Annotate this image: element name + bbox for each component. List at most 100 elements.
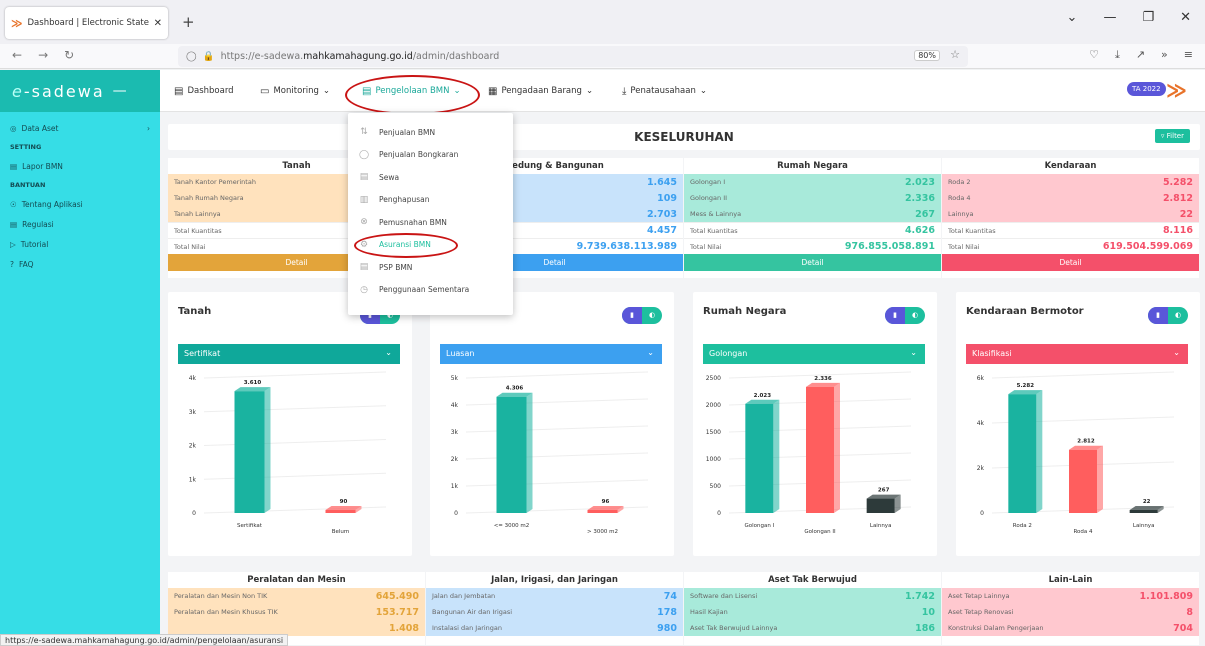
detail-button[interactable]: Detail: [942, 254, 1199, 271]
logo-text: -sadewa: [23, 81, 105, 101]
restore-icon[interactable]: ❐: [1142, 10, 1154, 25]
chart-selector[interactable]: Sertifikat ⌄: [178, 344, 400, 364]
dropdown-item-pemusnahan-bmn[interactable]: ⊗ Pemusnahan BMN: [348, 211, 513, 234]
summary-row-item: Jalan dan Jembatan 74: [426, 588, 683, 604]
sidebar-heading: BANTUAN: [10, 181, 46, 189]
pengelolaan-dropdown: ⇅ Penjualan BMN ◯ Penjualan Bongkaran ▤ Sewa ▥…: [348, 113, 513, 315]
bookmark-star-icon[interactable]: ☆: [950, 48, 960, 61]
menu-label: Dashboard: [187, 86, 234, 96]
chart-selector[interactable]: Golongan ⌄: [703, 344, 925, 364]
summary-title: Aset Tak Berwujud: [768, 575, 857, 585]
bar[interactable]: [1008, 394, 1037, 513]
dropdown-item-label: Pemusnahan BMN: [379, 217, 447, 227]
back-icon[interactable]: ←: [12, 48, 22, 62]
minimize-icon[interactable]: —: [1103, 10, 1116, 25]
summary-label: Lainnya: [948, 210, 974, 218]
dropdown-item-penggunaan-sementara[interactable]: ◷ Penggunaan Sementara: [348, 279, 513, 302]
sidebar-item-label: FAQ: [18, 259, 34, 269]
sidebar-item-faq[interactable]: ? FAQ: [0, 254, 160, 274]
bar-top: [1129, 506, 1164, 510]
chart-card: Rumah Negara ▮ ◐ Golongan ⌄ 0 500 1000 1500 200…: [693, 292, 937, 556]
summary-row-item: Mess & Lainnya 267: [684, 206, 941, 222]
hamburger-icon[interactable]: —: [113, 83, 129, 99]
url-prefix: https://e-sadewa.: [220, 51, 304, 62]
bar-side: [834, 382, 840, 513]
summary-label: Total Kuantitas: [948, 226, 996, 235]
chart-selector[interactable]: Luasan ⌄: [440, 344, 662, 364]
pie-chart-icon[interactable]: ◐: [642, 307, 662, 324]
menu-pengadaan-barang[interactable]: ▦ Pengadaan Barang ⌄: [488, 70, 593, 112]
address-bar[interactable]: ◯ 🔒 https://e-sadewa. mahkamahagung.go.id…: [178, 46, 968, 67]
bar-side: [1097, 445, 1103, 513]
sidebar-item-data-aset[interactable]: ◎ Data Aset ›: [0, 118, 160, 138]
overflow-icon[interactable]: »: [1161, 48, 1168, 62]
dropdown-item-sewa[interactable]: ▤ Sewa: [348, 166, 513, 189]
shield-icon: ◯: [186, 51, 197, 62]
new-tab-icon[interactable]: +: [182, 13, 195, 31]
bar-data-label: 3.610: [244, 380, 262, 386]
menu-dashboard[interactable]: ▤ Dashboard: [174, 70, 234, 112]
pie-chart-icon[interactable]: ◐: [905, 307, 925, 324]
summary-value: 10: [921, 606, 935, 618]
bar[interactable]: [1129, 510, 1158, 513]
dropdown-item-penghapusan[interactable]: ▥ Penghapusan: [348, 189, 513, 212]
browser-tab[interactable]: ≫ Dashboard | Electronic State As ✕: [5, 7, 168, 39]
summary-value: 645.490: [375, 590, 419, 602]
bar[interactable]: [806, 386, 834, 513]
share-icon[interactable]: ↗: [1136, 48, 1145, 62]
menu-icon[interactable]: ≡: [1184, 48, 1193, 62]
sidebar-item-regulasi[interactable]: ▤ Regulasi: [0, 214, 160, 234]
bar[interactable]: [325, 509, 356, 513]
dropdown-item-psp-bmn[interactable]: ▤ PSP BMN: [348, 256, 513, 279]
pie-chart-icon[interactable]: ◐: [1168, 307, 1188, 324]
bar-data-label: 2.812: [1077, 439, 1095, 445]
dropdown-item-penjualan-bongkaran[interactable]: ◯ Penjualan Bongkaran: [348, 144, 513, 167]
pocket-icon[interactable]: ♡: [1089, 48, 1099, 62]
chart-selector[interactable]: Klasifikasi ⌄: [966, 344, 1188, 364]
summary-value: 4.457: [646, 225, 677, 236]
reload-icon[interactable]: ↻: [64, 48, 74, 62]
summary-value: 619.504.599.069: [1102, 241, 1193, 252]
summary-card: Lain-Lain Aset Tetap Lainnya 1.101.809 Aset…: [942, 572, 1199, 645]
sidebar-item-lapor-bmn[interactable]: ▤ Lapor BMN: [0, 156, 160, 176]
y-tick-label: 500: [710, 483, 722, 490]
download-icon[interactable]: ⤓: [1115, 48, 1120, 62]
chart-type-toggle[interactable]: ▮ ◐: [622, 307, 662, 324]
bar[interactable]: [234, 391, 265, 513]
forward-icon[interactable]: →: [38, 48, 48, 62]
sidebar-item-tutorial[interactable]: ▷ Tutorial: [0, 234, 160, 254]
detail-button[interactable]: Detail: [684, 254, 941, 271]
tab-list-icon[interactable]: ⌄: [1067, 10, 1078, 25]
summary-label: Peralatan dan Mesin Khusus TIK: [174, 608, 278, 616]
bar[interactable]: [496, 396, 527, 513]
zoom-badge[interactable]: 80%: [914, 50, 940, 61]
bar-chart-icon[interactable]: ▮: [1148, 307, 1168, 324]
chart-type-toggle[interactable]: ▮ ◐: [885, 307, 925, 324]
bar[interactable]: [1069, 449, 1097, 513]
bar-chart-icon[interactable]: ▮: [885, 307, 905, 324]
summary-row-item: Total Nilai 976.855.058.891: [684, 238, 941, 254]
year-badge[interactable]: TA 2022: [1127, 82, 1166, 96]
grid-line: [203, 439, 387, 446]
filter-button[interactable]: ▿ Filter: [1154, 129, 1190, 143]
bar[interactable]: [745, 403, 774, 513]
dropdown-item-penjualan-bmn[interactable]: ⇅ Penjualan BMN: [348, 121, 513, 144]
summary-row-item: Aset Tetap Renovasi 8: [942, 604, 1199, 620]
close-window-icon[interactable]: ✕: [1180, 10, 1191, 25]
sidebar-item-label: Data Aset: [21, 123, 59, 133]
bar-chart-icon[interactable]: ▮: [622, 307, 642, 324]
y-tick-label: 5k: [451, 375, 459, 382]
menu-penatausahaan[interactable]: ⤓ Penatausahaan ⌄: [622, 70, 707, 112]
bar[interactable]: [866, 498, 895, 513]
page-title: KESELURUHAN: [634, 130, 734, 144]
bar[interactable]: [587, 510, 618, 513]
summary-value: 2.023: [904, 176, 935, 188]
summary-label: Konstruksi Dalam Pengerjaan: [948, 624, 1044, 632]
sidebar-item-tentang-aplikasi[interactable]: ☉ Tentang Aplikasi: [0, 194, 160, 214]
chart-type-toggle[interactable]: ▮ ◐: [1148, 307, 1188, 324]
app-logo[interactable]: e -sadewa —: [0, 70, 160, 112]
close-tab-icon[interactable]: ✕: [154, 18, 162, 29]
y-tick-label: 4k: [977, 420, 985, 427]
menu-monitoring[interactable]: ▭ Monitoring ⌄: [260, 70, 330, 112]
summary-value: 267: [915, 208, 935, 220]
